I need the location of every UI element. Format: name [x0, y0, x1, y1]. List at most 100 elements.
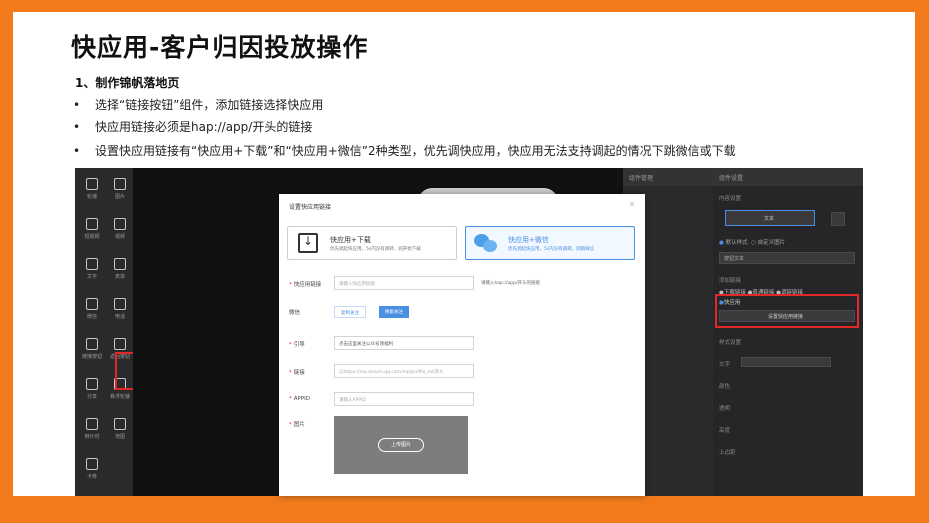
component-settings-panel: 组件设置 内容设置 文本 ● 默认样式 ○ 自定义图片 按钮文本 添加链接 ●下… [713, 168, 863, 496]
option-title: 快应用+下载 [330, 236, 371, 244]
wechat-search-follow-tab[interactable]: 搜索关注 [379, 306, 409, 318]
appid-label: * APPID [289, 396, 311, 402]
component-toolbar: 轮播 图片 短视频 视频 文字 表单 微信 电话 链接按钮 返回按钮 分享 悬浮轮播 倒计时 地图 卡券 [75, 168, 133, 496]
option-quickapp-wechat[interactable]: 快应用+微信 优先调起快应用，5s内没有跳转，则跳微信 [465, 226, 635, 260]
image-label: * 图片 [289, 422, 305, 428]
toolbar-item[interactable]: 微信 [79, 298, 105, 320]
text-icon [86, 258, 98, 270]
toolbar-item-label: 微信 [86, 314, 97, 320]
quickapp-highlight [715, 294, 859, 328]
radio-default-icon[interactable]: ● [719, 240, 724, 246]
toolbar-item[interactable]: 电话 [107, 298, 133, 320]
wechat-icon [474, 232, 498, 254]
toolbar-item[interactable]: 视频 [107, 218, 133, 240]
toolbar-item-label: 电话 [114, 314, 125, 320]
toolbar-item-label: 短视频 [84, 234, 100, 240]
bullet-2: • 快应用链接必须是hap://app/开头的链接 [73, 118, 312, 135]
appid-input[interactable]: 请输入APPID [334, 392, 474, 406]
option-desc: 优先调起快应用，5s内没有跳转，则开始下载 [330, 247, 421, 252]
bullet-text: 设置快应用链接有“快应用+下载”和“快应用+微信”2种类型，优先调快应用，快应用… [95, 144, 736, 158]
component-manager-header: 组件管理 [623, 168, 713, 186]
toolbar-item[interactable]: 分享 [79, 378, 105, 400]
bullet-dot: • [73, 98, 81, 112]
style-options: ● 默认样式 ○ 自定义图片 [719, 238, 785, 246]
guide-input[interactable]: 点击这里关注公众号领福利 [334, 336, 474, 350]
modal-title: 设置快应用链接 [289, 204, 332, 211]
text-style-toolbar[interactable] [741, 357, 831, 367]
toolbar-item[interactable]: 卡券 [79, 458, 105, 480]
toolbar-item[interactable]: 文字 [79, 258, 105, 280]
toolbar-item[interactable]: 短视频 [79, 218, 105, 240]
video-icon [86, 218, 98, 230]
slide-subheading: 1、制作锦帆落地页 [75, 76, 180, 90]
share-icon [86, 378, 98, 390]
radio-custom-icon[interactable]: ○ [751, 240, 756, 246]
content-settings-label: 内容设置 [719, 196, 742, 202]
toolbar-item[interactable]: 链接按钮 [79, 338, 105, 360]
opacity-label: 透明 [719, 406, 731, 412]
quickapp-link-input[interactable]: 请输入快应用链接 [334, 276, 474, 290]
toolbar-item-label: 视频 [114, 234, 125, 240]
image-upload-area[interactable]: 上传图片 [334, 416, 468, 474]
wechat-copy-follow-tab[interactable]: 复制关注 [334, 306, 366, 318]
coupon-icon [86, 458, 98, 470]
upload-image-button[interactable]: 上传图片 [378, 438, 424, 452]
height-label: 高度 [719, 428, 731, 434]
phone-icon [114, 298, 126, 310]
toolbar-item-label: 图片 [114, 194, 125, 200]
carousel-icon [86, 178, 98, 190]
text-button-preview[interactable]: 文本 [725, 210, 815, 226]
link-input[interactable]: 以https://mp.weixin.qq.com/mp/profile_ext… [334, 364, 474, 378]
toolbar-item-label: 链接按钮 [81, 354, 102, 360]
color-label: 颜色 [719, 384, 731, 390]
toolbar-item[interactable]: 倒计时 [79, 418, 105, 440]
slide: 快应用-客户归因投放操作 1、制作锦帆落地页 • 选择“链接按钮”组件，添加链接选… [13, 12, 915, 496]
slide-title: 快应用-客户归因投放操作 [71, 33, 369, 62]
button-text-input[interactable]: 按钮文本 [719, 252, 855, 264]
toolbar-item-label: 表单 [114, 274, 125, 280]
add-link-label: 添加链接 [719, 278, 742, 284]
toolbar-item[interactable]: 地图 [107, 418, 133, 440]
map-icon [114, 418, 126, 430]
guide-label: * 引导 [289, 342, 305, 348]
wechat-label: 微信 [289, 310, 301, 316]
toolbar-item-label: 倒计时 [84, 434, 100, 440]
option-quickapp-download[interactable]: 快应用+下载 优先调起快应用，5s内没有跳转，则开始下载 [287, 226, 457, 260]
toolbar-item[interactable]: 图片 [107, 178, 133, 200]
image-icon [114, 178, 126, 190]
countdown-icon [86, 418, 98, 430]
bullet-1: • 选择“链接按钮”组件，添加链接选择快应用 [73, 96, 323, 113]
toolbar-item[interactable]: 轮播 [79, 178, 105, 200]
video-play-icon [114, 218, 126, 230]
image-preview-box[interactable] [831, 212, 845, 226]
text-style-label: 文字 [719, 362, 731, 368]
toolbar-item[interactable]: 表单 [107, 258, 133, 280]
form-icon [114, 258, 126, 270]
link-button-icon [86, 338, 98, 350]
toolbar-item-label: 地图 [114, 434, 125, 440]
toolbar-item-label: 悬浮轮播 [109, 394, 130, 400]
margin-label: 上边距 [719, 450, 736, 456]
style-settings-label: 样式设置 [719, 340, 742, 346]
toolbar-item-label: 轮播 [86, 194, 97, 200]
text-button-label: 文本 [764, 216, 775, 222]
bullet-text: 快应用链接必须是hap://app/开头的链接 [95, 120, 313, 134]
bullet-3: • 设置快应用链接有“快应用+下载”和“快应用+微信”2种类型，优先调快应用，快应… [73, 142, 736, 159]
toolbar-item-label: 卡券 [86, 474, 97, 480]
back-button-icon [114, 338, 126, 350]
button-text-value: 按钮文本 [724, 256, 745, 262]
style-custom-label: 自定义图片 [757, 240, 786, 246]
style-default-label: 默认样式 [725, 240, 748, 246]
bullet-dot: • [73, 144, 81, 158]
bullet-text: 选择“链接按钮”组件，添加链接选择快应用 [95, 98, 324, 112]
quickapp-link-modal: 设置快应用链接 × 快应用+下载 优先调起快应用，5s内没有跳转，则开始下载 快… [279, 194, 645, 496]
quickapp-link-label: * 快应用链接 [289, 282, 322, 288]
download-icon [298, 233, 318, 253]
option-desc: 优先调起快应用，5s内没有跳转，则跳微信 [508, 247, 595, 252]
wechat-icon [86, 298, 98, 310]
link-label: * 链接 [289, 370, 305, 376]
quickapp-link-hint: 请输入hap://app/开头的链接 [481, 281, 541, 286]
bullet-dot: • [73, 120, 81, 134]
toolbar-item-label: 分享 [86, 394, 97, 400]
close-icon[interactable]: × [629, 200, 635, 208]
